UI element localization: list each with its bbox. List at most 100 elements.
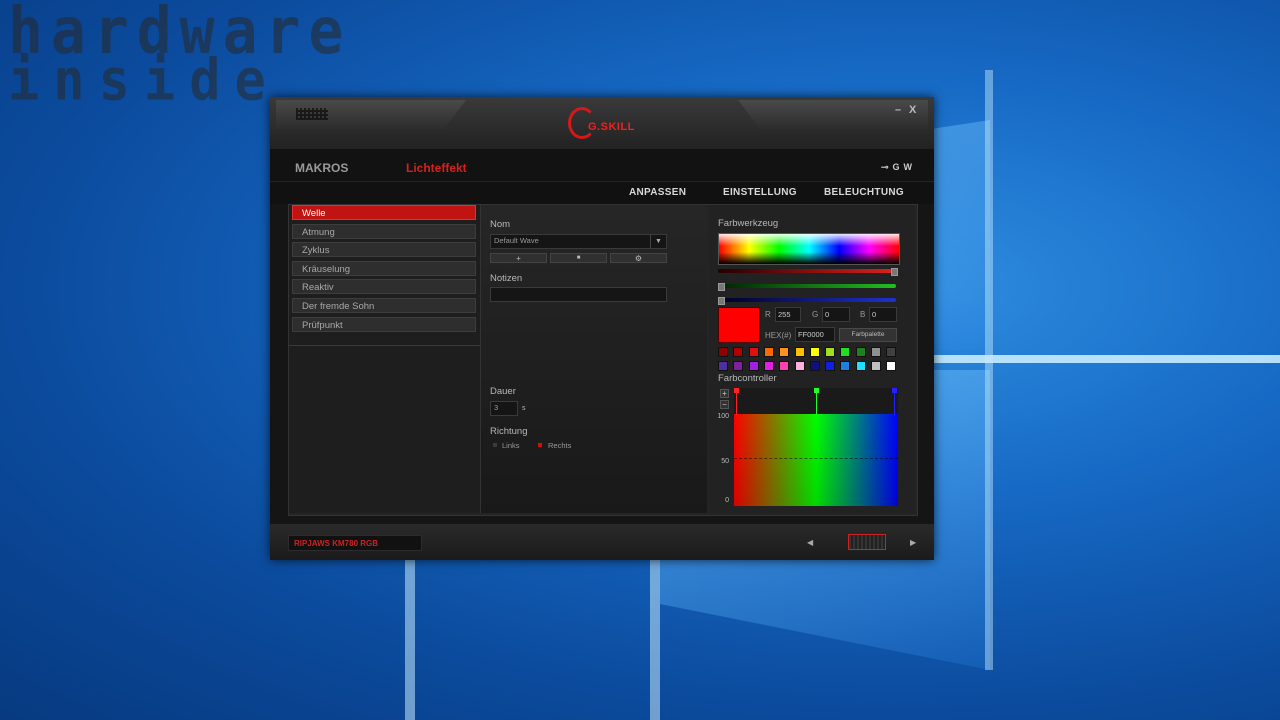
tab-makros[interactable]: MAKROS [295,161,348,175]
hex-label: HEX(#) [765,331,792,340]
green-slider[interactable] [718,283,896,291]
add-profile-button[interactable]: + [490,253,547,263]
lighting-panel: Welle Atmung Zyklus Kräuselung Reaktiv D… [288,204,918,516]
profile-name-value: Default Wave [494,236,539,245]
color-swatch[interactable] [763,361,774,371]
hex-input[interactable]: FF0000 [795,327,835,342]
color-swatch[interactable] [809,347,820,357]
color-swatch[interactable] [855,361,866,371]
close-button[interactable]: X [909,104,916,116]
color-spectrum-picker[interactable] [718,233,900,265]
green-slider-thumb[interactable] [718,283,725,291]
color-swatch[interactable] [794,347,805,357]
title-bar[interactable]: G.SKILL – X [270,97,934,149]
add-marker-button[interactable]: + [720,389,729,398]
gradient-stop-red-line [736,393,737,415]
effect-item-reaktiv[interactable]: Reaktiv [292,279,476,294]
effect-item-zyklus[interactable]: Zyklus [292,242,476,257]
red-slider[interactable] [718,268,898,276]
desktop-logo-beam-horizontal [930,355,1280,363]
next-device-arrow-icon[interactable]: ▶ [910,538,916,547]
device-name: RIPJAWS KM780 RGB [288,535,422,551]
color-swatch[interactable] [825,347,836,357]
profile-name-dropdown[interactable]: Default Wave ▼ [490,234,667,249]
lock-profile-button[interactable]: ■ [550,253,607,263]
effect-settings: Nom Default Wave ▼ + ■ ⚙ Notizen Dauer 3… [481,205,707,513]
color-swatch[interactable] [779,347,790,357]
remove-marker-button[interactable]: − [720,400,729,409]
subnav-beleuchtung[interactable]: BELEUCHTUNG [824,187,904,198]
color-swatch[interactable] [794,361,805,371]
chevron-down-icon[interactable]: ▼ [650,235,666,249]
color-swatch[interactable] [886,361,897,371]
color-swatch[interactable] [763,347,774,357]
color-swatch[interactable] [871,347,881,357]
color-swatch[interactable] [855,347,866,357]
effect-item-welle[interactable]: Welle [292,205,476,220]
color-swatch[interactable] [779,361,790,371]
color-swatch[interactable] [886,347,897,357]
color-tool-title: Farbwerkzeug [718,218,779,229]
effect-item-kraeuselung[interactable]: Kräuselung [292,261,476,276]
color-swatch[interactable] [809,361,820,371]
settings-gear-button[interactable]: ⚙ [610,253,667,263]
y-axis-100: 100 [717,413,729,420]
effect-list: Welle Atmung Zyklus Kräuselung Reaktiv D… [289,205,481,513]
prev-device-arrow-icon[interactable]: ◀ [807,538,813,547]
effect-list-divider [289,345,480,346]
title-plate-left [276,100,466,130]
color-swatch[interactable] [840,361,851,371]
effect-item-atmung[interactable]: Atmung [292,224,476,239]
notes-field[interactable] [490,287,667,302]
gradient-stop-green-line [816,393,817,415]
blue-slider-thumb[interactable] [718,297,725,305]
color-controller-title: Farbcontroller [718,373,777,384]
color-palette-button[interactable]: Farbpalette [839,328,897,342]
direction-right-label: Rechts [548,441,572,450]
speaker-grille-icon [296,108,328,120]
w-icon[interactable]: W [904,162,917,172]
main-nav: MAKROS Lichteffekt ⊸GW [270,149,934,182]
sub-nav: ANPASSEN EINSTELLUNG BELEUCHTUNG [270,182,934,204]
minimize-button[interactable]: – [895,104,901,116]
g-label: G [812,310,819,319]
subnav-einstellung[interactable]: EINSTELLUNG [723,187,797,198]
color-swatch[interactable] [733,347,744,357]
y-axis-50: 50 [721,458,729,465]
g-icon[interactable]: G [892,162,903,172]
current-color-preview [718,307,760,343]
direction-left-label: Links [502,441,520,450]
color-swatch[interactable] [733,361,744,371]
tab-lichteffekt[interactable]: Lichteffekt [406,161,467,175]
red-slider-thumb[interactable] [891,268,898,276]
blue-slider[interactable] [718,297,896,305]
color-gradient-editor[interactable] [734,388,898,506]
notes-label: Notizen [490,273,523,284]
color-swatch[interactable] [748,361,759,371]
gradient-midline [734,458,898,459]
subnav-anpassen[interactable]: ANPASSEN [629,187,686,198]
usb-icon[interactable]: ⊸ [881,162,893,172]
color-swatch[interactable] [871,361,881,371]
color-swatch[interactable] [840,347,851,357]
color-swatch[interactable] [718,361,728,371]
color-swatch[interactable] [825,361,836,371]
gskill-logo: G.SKILL [566,107,638,141]
effect-item-der-fremde-sohn[interactable]: Der fremde Sohn [292,298,476,313]
color-swatch[interactable] [718,347,728,357]
effect-item-pruefpunkt[interactable]: Prüfpunkt [292,317,476,332]
footer-bar: RIPJAWS KM780 RGB ◀ ▶ [270,524,934,560]
direction-right-radio[interactable] [538,443,542,447]
color-panel: Farbwerkzeug R 255 G 0 B 0 HEX(#) FF0000… [709,205,915,513]
direction-left-radio[interactable] [493,443,497,447]
keyboard-thumbnail-icon[interactable] [848,534,886,550]
app-window: G.SKILL – X MAKROS Lichteffekt ⊸GW ANPAS… [270,97,934,560]
color-swatch[interactable] [748,347,759,357]
name-label: Nom [490,219,511,230]
duration-input[interactable]: 3 [490,401,518,416]
b-input[interactable]: 0 [869,307,897,322]
g-input[interactable]: 0 [822,307,850,322]
duration-label: Dauer [490,386,516,397]
gradient-stop-blue-line [894,393,895,415]
r-input[interactable]: 255 [775,307,801,322]
